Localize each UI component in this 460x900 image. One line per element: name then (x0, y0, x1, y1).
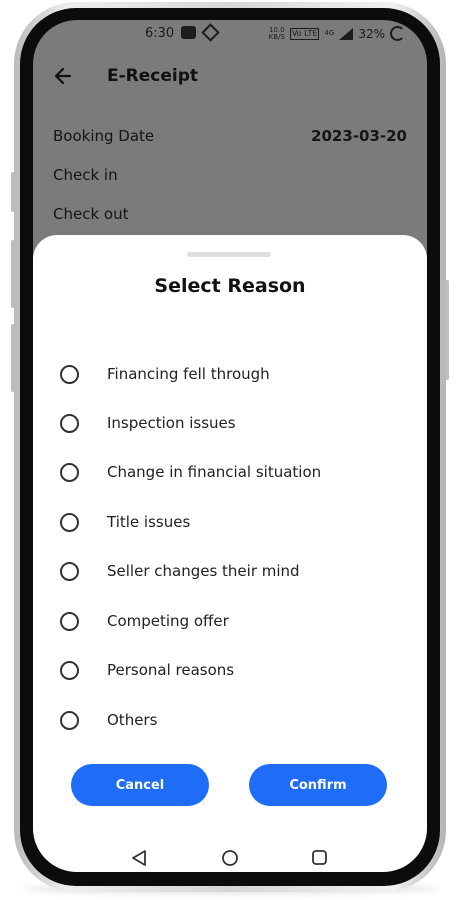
status-right-icons: 10.0 KB/S Vo LTE 4G 32% (269, 26, 405, 41)
network-type: 4G (324, 29, 335, 37)
side-button-left-2 (11, 240, 15, 308)
system-nav-bar (33, 846, 427, 872)
reason-label: Title issues (107, 513, 191, 531)
status-time: 6:30 (145, 26, 175, 41)
reason-label: Inspection issues (107, 414, 236, 432)
receipt-row-label: Check in (53, 166, 118, 184)
nav-back-icon[interactable] (131, 849, 147, 867)
back-arrow-icon[interactable] (53, 66, 73, 86)
radio-icon[interactable] (60, 660, 79, 680)
receipt-row-booking-date: Booking Date 2023-03-20 (53, 127, 407, 145)
side-button-right (445, 280, 449, 380)
net-speed-unit: KB/S (268, 32, 285, 41)
receipt-row-label: Booking Date (53, 127, 155, 145)
receipt-row-label: Check out (53, 205, 129, 223)
status-bar: 6:30 10.0 KB/S Vo LTE 4G 32% (33, 20, 427, 48)
reason-option[interactable]: Inspection issues (60, 408, 400, 438)
reason-label: Others (107, 711, 158, 729)
reason-option[interactable]: Financing fell through (60, 359, 400, 389)
reason-label: Personal reasons (107, 661, 235, 679)
cancel-button[interactable]: Cancel (71, 764, 209, 806)
radio-icon[interactable] (60, 462, 79, 482)
volte-icon: Vo LTE (289, 27, 320, 40)
nav-home-icon[interactable] (221, 849, 239, 867)
receipt-row-value: 2023-03-20 (311, 127, 407, 145)
radio-icon[interactable] (60, 512, 79, 532)
net-speed: 10.0 KB/S (268, 26, 285, 41)
radio-icon[interactable] (60, 611, 79, 631)
reason-label: Financing fell through (107, 365, 270, 383)
binance-icon (201, 23, 220, 42)
app-notification-icon (181, 26, 196, 39)
radio-icon[interactable] (60, 710, 79, 730)
reason-option[interactable]: Competing offer (60, 606, 400, 636)
receipt-row-check-in: Check in (53, 166, 407, 184)
reason-option[interactable]: Seller changes their mind (60, 556, 400, 586)
reason-label: Change in financial situation (107, 463, 322, 481)
side-button-left-3 (11, 324, 15, 392)
header: E-Receipt (53, 66, 198, 86)
phone-screen: 6:30 10.0 KB/S Vo LTE 4G 32% E-Receipt B… (33, 20, 427, 872)
status-left-icons (181, 23, 220, 42)
receipt-row-check-out: Check out (53, 205, 407, 223)
page-title: E-Receipt (107, 66, 199, 86)
battery-icon (390, 26, 405, 41)
signal-icon (339, 27, 354, 40)
radio-icon[interactable] (60, 364, 79, 384)
confirm-button[interactable]: Confirm (249, 764, 387, 806)
reason-label: Seller changes their mind (107, 562, 300, 580)
reason-option[interactable]: Change in financial situation (60, 457, 400, 487)
reason-option[interactable]: Personal reasons (60, 655, 400, 685)
sheet-title: Select Reason (154, 275, 306, 297)
reason-option[interactable]: Others (60, 705, 400, 735)
nav-recents-icon[interactable] (311, 849, 328, 866)
reason-label: Competing offer (107, 612, 229, 630)
sheet-drag-handle[interactable] (187, 252, 271, 257)
select-reason-sheet: Select Reason Financing fell through Ins… (33, 235, 427, 872)
battery-text: 32% (358, 26, 385, 41)
side-button-left-1 (11, 172, 15, 212)
radio-icon[interactable] (60, 413, 79, 433)
radio-icon[interactable] (60, 561, 79, 581)
reason-option[interactable]: Title issues (60, 507, 400, 537)
